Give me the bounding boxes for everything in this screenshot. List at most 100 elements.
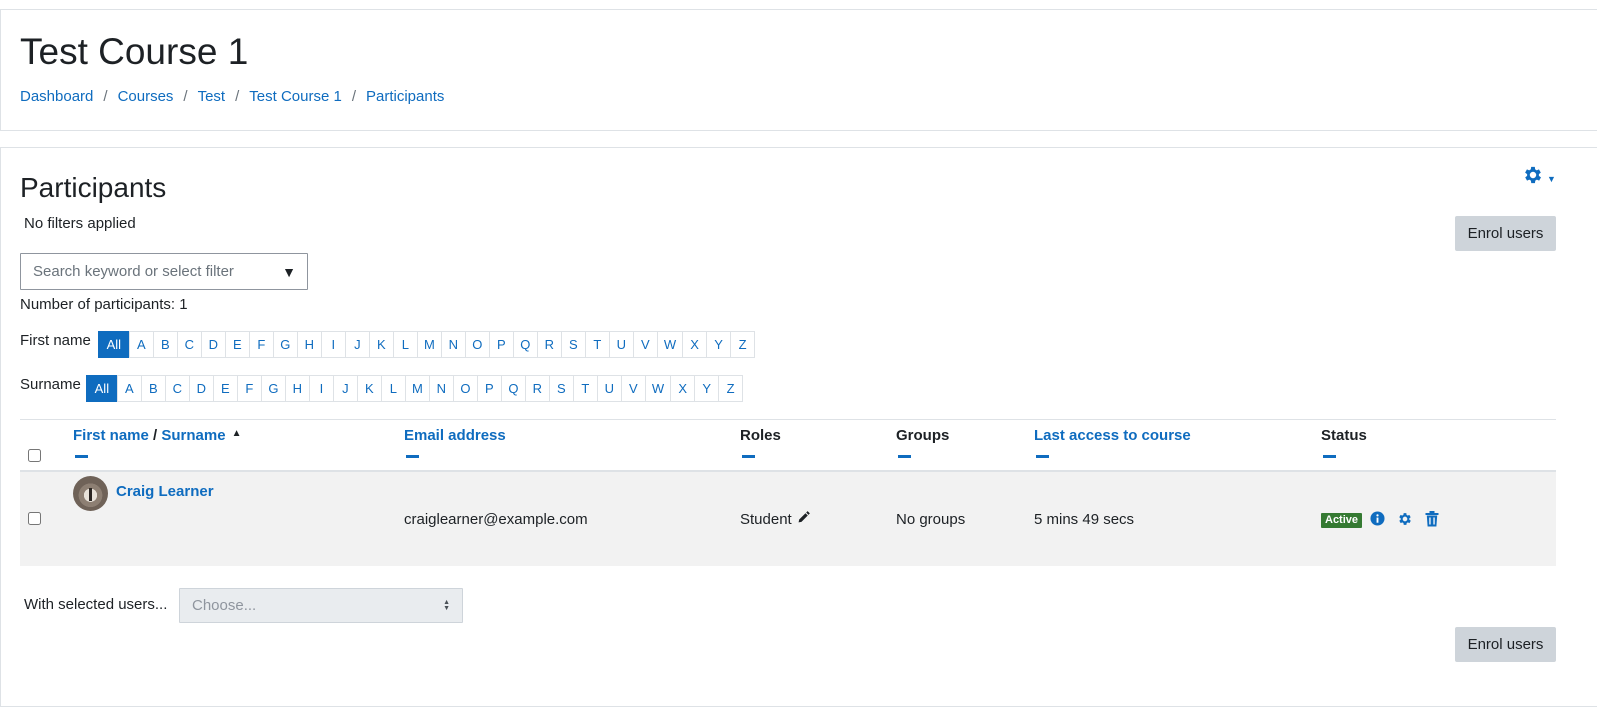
first-name-initial-c[interactable]: C (176, 331, 202, 358)
participant-name-link[interactable]: Craig Learner (116, 482, 214, 502)
surname-initial-j[interactable]: J (332, 375, 358, 402)
breadcrumb-courses[interactable]: Courses (118, 87, 174, 107)
breadcrumb-dashboard[interactable]: Dashboard (20, 87, 93, 107)
select-arrows-icon: ▲ ▼ (443, 598, 450, 612)
sort-surname-link[interactable]: Surname (161, 427, 225, 444)
surname-initials-bar: Surname All A B C D E F G H I J K L M N O P Q R S T U V W X Y Z (20, 375, 744, 402)
first-name-initial-s[interactable]: S (560, 331, 586, 358)
surname-initial-i[interactable]: I (308, 375, 334, 402)
trash-icon[interactable] (1425, 511, 1439, 531)
surname-initial-w[interactable]: W (644, 375, 672, 402)
surname-initial-k[interactable]: K (356, 375, 382, 402)
breadcrumb-participants[interactable]: Participants (366, 87, 444, 107)
breadcrumb-course[interactable]: Test Course 1 (249, 87, 342, 107)
surname-initial-m[interactable]: M (404, 375, 430, 402)
first-name-initial-i[interactable]: I (320, 331, 346, 358)
surname-initial-s[interactable]: S (548, 375, 574, 402)
surname-initial-g[interactable]: G (260, 375, 286, 402)
surname-initial-y[interactable]: Y (694, 375, 720, 402)
breadcrumb-separator: / (183, 88, 188, 105)
hide-column-name-icon[interactable] (75, 455, 88, 458)
surname-initial-z[interactable]: Z (718, 375, 744, 402)
surname-initial-l[interactable]: L (380, 375, 406, 402)
dropdown-arrow-icon[interactable]: ▼ (282, 264, 296, 280)
pencil-icon[interactable] (797, 510, 811, 530)
header-groups: Groups (896, 427, 950, 444)
first-name-initial-t[interactable]: T (584, 331, 610, 358)
participant-count: Number of participants: 1 (20, 296, 188, 313)
breadcrumb: Dashboard / Courses / Test / Test Course… (20, 87, 444, 107)
surname-initial-x[interactable]: X (670, 375, 696, 402)
info-icon[interactable] (1370, 511, 1385, 530)
first-name-initial-e[interactable]: E (224, 331, 250, 358)
status-badge: Active (1321, 513, 1363, 528)
search-input[interactable] (33, 263, 273, 280)
hide-column-status-icon[interactable] (1323, 455, 1336, 458)
bulk-action-value: Choose... (192, 597, 257, 614)
first-name-initial-m[interactable]: M (416, 331, 442, 358)
hide-column-groups-icon[interactable] (898, 455, 911, 458)
first-name-initial-k[interactable]: K (368, 331, 394, 358)
surname-initial-u[interactable]: U (596, 375, 622, 402)
surname-initial-all[interactable]: All (85, 375, 118, 402)
course-actions-menu[interactable]: ▼ (1522, 164, 1556, 190)
filter-selector[interactable]: ▼ (20, 253, 308, 290)
surname-initial-r[interactable]: R (524, 375, 550, 402)
header-status: Status (1321, 427, 1367, 444)
hide-column-roles-icon[interactable] (742, 455, 755, 458)
hide-column-last-access-icon[interactable] (1036, 455, 1049, 458)
sort-last-access-link[interactable]: Last access to course (1034, 426, 1191, 446)
surname-initial-t[interactable]: T (572, 375, 598, 402)
row-select-checkbox[interactable] (28, 512, 41, 525)
enrol-users-button[interactable]: Enrol users (1455, 216, 1556, 251)
first-name-initial-y[interactable]: Y (706, 331, 732, 358)
first-name-initial-f[interactable]: F (248, 331, 274, 358)
surname-initial-p[interactable]: P (476, 375, 502, 402)
breadcrumb-test[interactable]: Test (198, 87, 226, 107)
surname-initial-e[interactable]: E (212, 375, 238, 402)
first-name-initial-p[interactable]: P (488, 331, 514, 358)
surname-label: Surname (20, 375, 81, 393)
first-name-initial-q[interactable]: Q (512, 331, 538, 358)
sort-email-link[interactable]: Email address (404, 426, 506, 446)
first-name-initial-j[interactable]: J (344, 331, 370, 358)
surname-initial-b[interactable]: B (140, 375, 166, 402)
select-all-checkbox[interactable] (28, 449, 41, 462)
first-name-initial-n[interactable]: N (440, 331, 466, 358)
first-name-initial-r[interactable]: R (536, 331, 562, 358)
hide-column-email-icon[interactable] (406, 455, 419, 458)
surname-initial-h[interactable]: H (284, 375, 310, 402)
participant-roles: Student (740, 510, 811, 530)
first-name-initial-l[interactable]: L (392, 331, 418, 358)
chevron-down-icon: ▼ (1547, 173, 1556, 184)
first-name-initial-o[interactable]: O (464, 331, 490, 358)
first-name-initial-v[interactable]: V (632, 331, 658, 358)
surname-initial-d[interactable]: D (188, 375, 214, 402)
first-name-initial-all[interactable]: All (97, 331, 130, 358)
first-name-initial-x[interactable]: X (682, 331, 708, 358)
first-name-initial-z[interactable]: Z (730, 331, 756, 358)
first-name-initial-b[interactable]: B (152, 331, 178, 358)
filter-status: No filters applied (24, 215, 136, 232)
first-name-initial-h[interactable]: H (296, 331, 322, 358)
sort-first-name-link[interactable]: First name (73, 427, 149, 444)
participant-groups: No groups (896, 511, 966, 528)
surname-initial-a[interactable]: A (116, 375, 142, 402)
surname-initial-v[interactable]: V (620, 375, 646, 402)
header-slash: / (153, 427, 158, 444)
avatar[interactable] (73, 476, 108, 511)
first-name-initial-w[interactable]: W (656, 331, 684, 358)
first-name-initial-a[interactable]: A (128, 331, 154, 358)
enrol-users-button-bottom[interactable]: Enrol users (1455, 627, 1556, 662)
first-name-letters: All A B C D E F G H I J K L M N O P Q R S T U V W X Y Z (97, 331, 756, 358)
surname-initial-f[interactable]: F (236, 375, 262, 402)
surname-initial-n[interactable]: N (428, 375, 454, 402)
surname-initial-c[interactable]: C (164, 375, 190, 402)
gear-icon[interactable] (1397, 511, 1413, 531)
first-name-initial-u[interactable]: U (608, 331, 634, 358)
first-name-initial-g[interactable]: G (272, 331, 298, 358)
surname-initial-q[interactable]: Q (500, 375, 526, 402)
surname-initial-o[interactable]: O (452, 375, 478, 402)
bulk-action-select[interactable]: Choose... ▲ ▼ (179, 588, 463, 623)
first-name-initial-d[interactable]: D (200, 331, 226, 358)
